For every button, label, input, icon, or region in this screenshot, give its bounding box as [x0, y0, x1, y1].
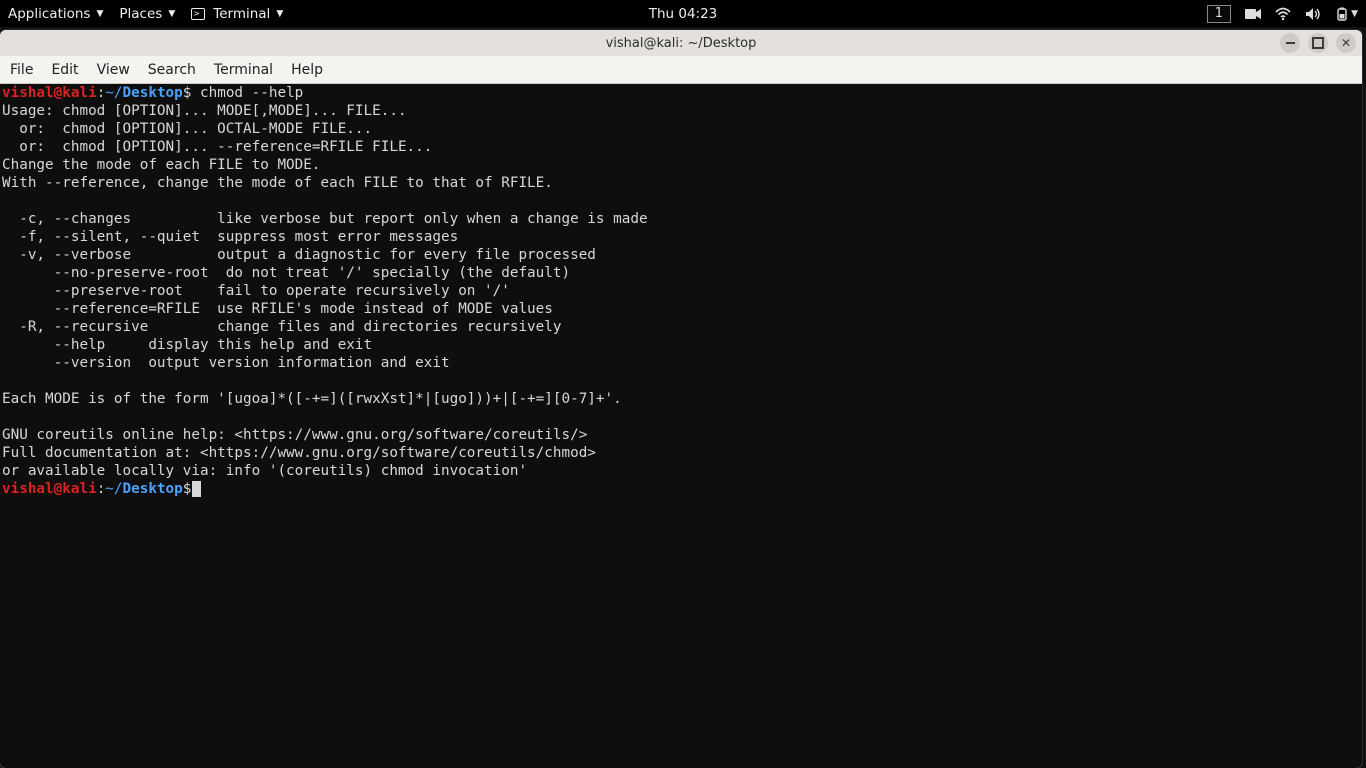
- places-menu[interactable]: Places ▼: [119, 6, 175, 22]
- chevron-down-icon: ▼: [96, 9, 103, 19]
- prompt-userhost: vishal@kali: [2, 85, 97, 101]
- clock-label: Thu 04:23: [649, 6, 718, 22]
- workspace-indicator[interactable]: 1: [1207, 5, 1231, 23]
- menu-file[interactable]: File: [10, 62, 33, 78]
- terminal-window: vishal@kali: ~/Desktop ✕ File Edit View …: [0, 30, 1362, 768]
- active-app-label: Terminal: [213, 6, 270, 22]
- window-title: vishal@kali: ~/Desktop: [606, 36, 757, 51]
- places-label: Places: [119, 6, 162, 22]
- app-menubar: File Edit View Search Terminal Help: [0, 56, 1362, 84]
- chevron-down-icon: ▼: [276, 9, 283, 19]
- prompt-path: Desktop: [123, 481, 183, 497]
- menu-edit[interactable]: Edit: [51, 62, 78, 78]
- minimize-button[interactable]: [1280, 33, 1300, 53]
- close-button[interactable]: ✕: [1336, 33, 1356, 53]
- menu-help[interactable]: Help: [291, 62, 323, 78]
- terminal-icon: [191, 8, 205, 20]
- volume-icon[interactable]: [1305, 7, 1321, 21]
- cursor: [192, 481, 201, 497]
- prompt-sep: :: [97, 481, 106, 497]
- workspace-number: 1: [1215, 6, 1223, 21]
- command-output: Usage: chmod [OPTION]... MODE[,MODE]... …: [2, 103, 648, 479]
- battery-icon[interactable]: ▼: [1335, 7, 1358, 21]
- camera-icon[interactable]: [1245, 7, 1261, 21]
- terminal-viewport[interactable]: vishal@kali:~/Desktop$ chmod --help Usag…: [0, 84, 1362, 768]
- prompt-tilde: ~/: [105, 481, 122, 497]
- clock[interactable]: Thu 04:23: [649, 6, 718, 22]
- active-app-menu[interactable]: Terminal ▼: [191, 6, 283, 22]
- gnome-top-bar: Applications ▼ Places ▼ Terminal ▼ Thu 0…: [0, 0, 1366, 27]
- prompt-sigil: $: [183, 481, 192, 497]
- maximize-button[interactable]: [1308, 33, 1328, 53]
- wifi-icon[interactable]: [1275, 7, 1291, 21]
- applications-label: Applications: [8, 6, 90, 22]
- window-titlebar[interactable]: vishal@kali: ~/Desktop ✕: [0, 30, 1362, 56]
- desktop: vishal@kali: ~/Desktop ✕ File Edit View …: [0, 27, 1366, 768]
- prompt-sep: :: [97, 85, 106, 101]
- menu-terminal[interactable]: Terminal: [214, 62, 273, 78]
- command-text: chmod --help: [191, 85, 303, 101]
- chevron-down-icon: ▼: [168, 9, 175, 19]
- prompt-userhost: vishal@kali: [2, 481, 97, 497]
- menu-search[interactable]: Search: [148, 62, 196, 78]
- prompt-path: Desktop: [123, 85, 183, 101]
- prompt-tilde: ~/: [105, 85, 122, 101]
- menu-view[interactable]: View: [97, 62, 130, 78]
- applications-menu[interactable]: Applications ▼: [8, 6, 103, 22]
- chevron-down-icon: ▼: [1351, 9, 1358, 19]
